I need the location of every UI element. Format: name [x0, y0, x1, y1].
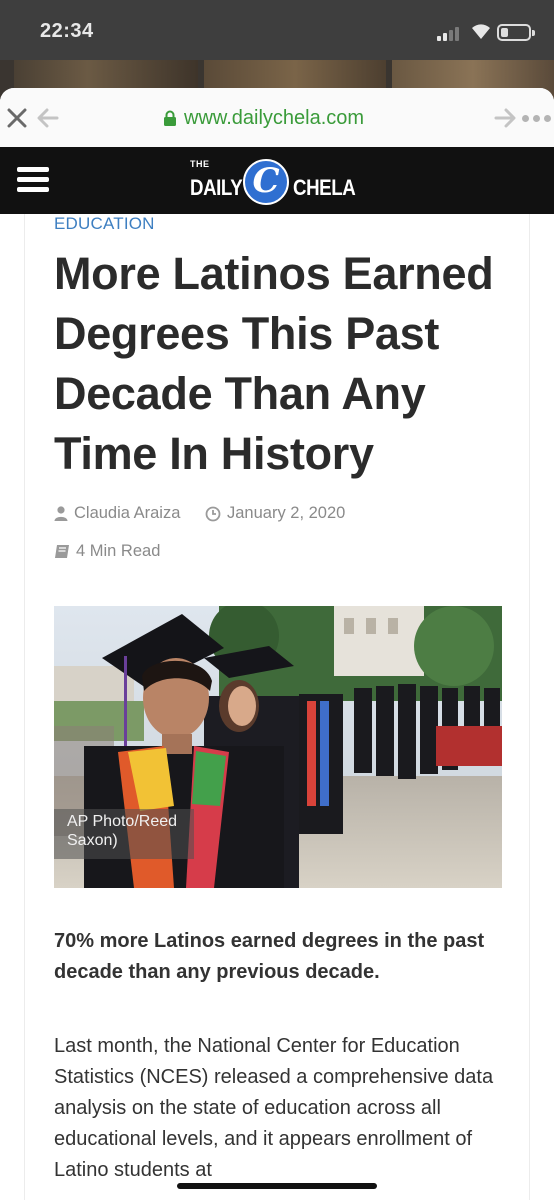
book-icon: [55, 545, 69, 558]
more-icon[interactable]: [522, 115, 552, 123]
logo-the: THE: [190, 159, 210, 169]
status-time: 22:34: [40, 20, 94, 42]
clock-icon: [205, 506, 221, 521]
wifi-icon: [472, 24, 490, 39]
author-meta[interactable]: Claudia Araiza: [54, 504, 180, 523]
close-icon[interactable]: [5, 106, 29, 130]
author-name: Claudia Araiza: [74, 504, 181, 522]
publish-date: January 2, 2020: [227, 504, 346, 522]
article-title: More Latinos Earned Degrees This Past De…: [54, 248, 494, 479]
site-header: THE DAILY C CHELA: [0, 147, 554, 214]
arrow-right-icon[interactable]: [493, 107, 517, 129]
article-body: Last month, the National Center for Educ…: [54, 1035, 494, 1181]
hamburger-icon[interactable]: [17, 167, 49, 193]
browser-sheet: www.dailychela.com THE DAILY C CHELA EDU…: [0, 88, 554, 1200]
home-indicator[interactable]: [177, 1183, 377, 1189]
battery-icon: [497, 24, 535, 41]
photo-caption: AP Photo/Reed Saxon): [54, 809, 194, 859]
url-bar: www.dailychela.com: [0, 88, 554, 147]
lock-icon: [164, 110, 176, 126]
signal-icon: [437, 25, 463, 41]
url-text: www.dailychela.com: [184, 106, 365, 129]
date-meta: January 2, 2020: [205, 504, 345, 523]
read-time: 4 Min Read: [76, 542, 161, 560]
logo-c-mark: C: [243, 159, 289, 205]
category-link[interactable]: EDUCATION: [54, 214, 155, 234]
status-bar: 22:34: [0, 0, 554, 60]
arrow-left-icon[interactable]: [36, 107, 60, 129]
article: EDUCATION More Latinos Earned Degrees Th…: [24, 214, 530, 1200]
article-lede: 70% more Latinos earned degrees in the p…: [54, 930, 485, 983]
read-time-meta: 4 Min Read: [54, 542, 160, 561]
address-field[interactable]: www.dailychela.com: [163, 106, 364, 130]
logo-chela: CHELA: [293, 175, 356, 200]
user-icon: [54, 506, 68, 521]
site-logo[interactable]: THE DAILY C CHELA: [190, 159, 366, 205]
graduation-photo[interactable]: AP Photo/Reed Saxon): [54, 606, 502, 888]
logo-daily: DAILY: [190, 175, 243, 200]
